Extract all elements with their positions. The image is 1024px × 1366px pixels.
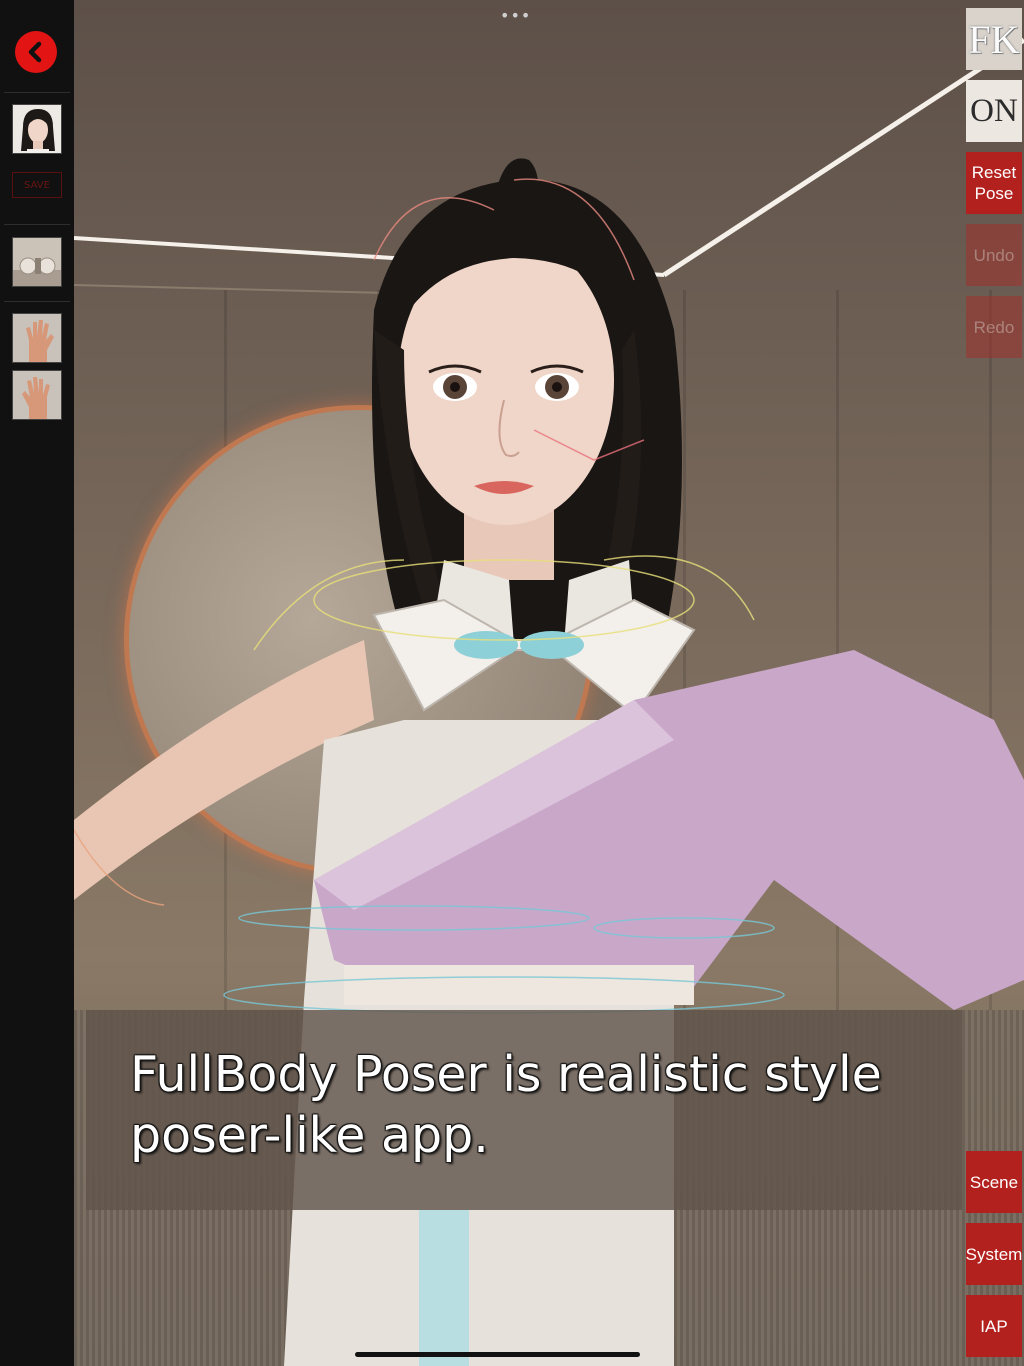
redo-button[interactable]: Redo (966, 296, 1022, 358)
caption-line-2: poser-like app. (130, 1107, 489, 1164)
gizmo-on-toggle[interactable]: ON (966, 80, 1022, 142)
back-button[interactable] (15, 31, 57, 73)
sidebar-divider (4, 224, 70, 225)
room-scene-thumbnail[interactable] (12, 237, 62, 287)
home-indicator[interactable] (355, 1352, 640, 1357)
character-portrait-thumbnail[interactable] (12, 104, 62, 154)
save-badge[interactable]: SAVE (12, 172, 62, 198)
sidebar-divider (4, 301, 70, 302)
fk-mode-toggle[interactable]: FK (966, 8, 1022, 70)
undo-button[interactable]: Undo (966, 224, 1022, 286)
sidebar-divider (4, 92, 70, 93)
left-sidebar: SAVE (0, 0, 74, 1366)
iap-button[interactable]: IAP (966, 1295, 1022, 1357)
scene-button[interactable]: Scene (966, 1151, 1022, 1213)
right-hand-pose-thumbnail[interactable] (12, 370, 62, 420)
promo-caption-box: FullBody Poser is realistic style poser-… (86, 1010, 962, 1210)
system-button[interactable]: System (966, 1223, 1022, 1285)
reset-pose-button[interactable]: Reset Pose (966, 152, 1022, 214)
caption-line-1: FullBody Poser is realistic style (130, 1046, 882, 1103)
left-hand-pose-thumbnail[interactable] (12, 313, 62, 363)
chevron-left-icon (28, 41, 42, 63)
promo-caption-text: FullBody Poser is realistic style poser-… (130, 1044, 918, 1166)
multitasking-dots-icon[interactable]: ••• (500, 6, 531, 25)
